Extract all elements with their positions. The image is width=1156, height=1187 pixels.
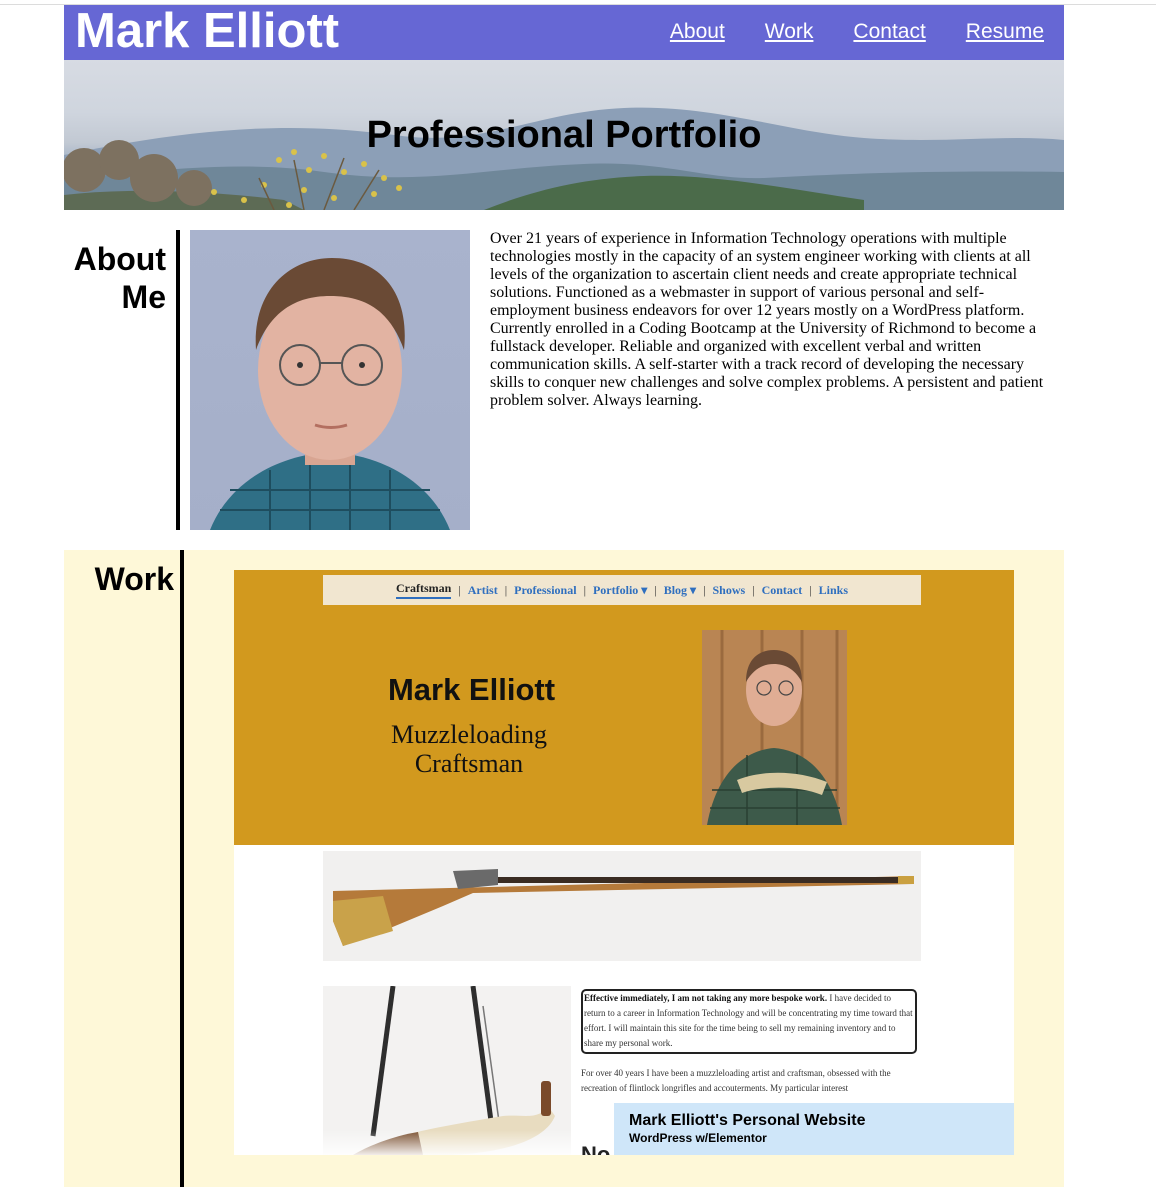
screenshot-notice-box: Effective immediately, I am not taking a…	[581, 989, 917, 1054]
nav-contact-link[interactable]: Contact	[853, 19, 925, 45]
hero-title: Professional Portfolio	[366, 114, 762, 156]
about-text: Over 21 years of experience in Informati…	[490, 230, 1044, 409]
screenshot-nav-item: Craftsman	[395, 581, 452, 599]
screenshot-nav-item: Professional	[514, 582, 577, 597]
about-heading: About Me	[64, 240, 166, 316]
screenshot-partial-heading: No	[581, 1142, 611, 1155]
nav-resume-link[interactable]: Resume	[966, 19, 1044, 45]
hero-banner: Professional Portfolio	[64, 60, 1064, 210]
screenshot-header-band	[234, 570, 1014, 845]
screenshot-nav: Craftsman | Artist | Professional | Portfol…	[323, 575, 921, 605]
nav-about-link[interactable]: About	[670, 19, 725, 45]
screenshot-subtitle-line2: Craftsman	[414, 749, 524, 778]
about-heading-line2: Me	[121, 279, 166, 315]
site-title: Mark Elliott	[75, 4, 340, 58]
project-caption-subtitle: WordPress w/Elementor	[629, 1131, 767, 1145]
screenshot-name: Mark Elliott	[387, 672, 556, 707]
site-header: Mark Elliott About Work Contact Resume	[64, 4, 1064, 60]
screenshot-nav-item: Blog ▾	[663, 582, 697, 597]
rifle-image	[323, 851, 921, 961]
about-heading-line1: About	[73, 241, 166, 277]
screenshot-nav-item: Contact	[761, 582, 803, 597]
main-nav: About Work Contact Resume	[630, 19, 1044, 45]
screenshot-nav-item: Links	[818, 582, 849, 597]
screenshot-subtitle: Muzzleloading Craftsman	[354, 720, 584, 778]
nav-work-link[interactable]: Work	[765, 19, 814, 45]
screenshot-notice-bold: Effective immediately, I am not taking a…	[584, 993, 828, 1003]
screenshot-nav-item: Shows	[712, 582, 746, 597]
screenshot-nav-item: Portfolio ▾	[592, 582, 648, 597]
screenshot-nav-item: Artist	[467, 582, 498, 597]
work-divider	[180, 550, 184, 1187]
project-screenshot[interactable]: Craftsman | Artist | Professional | Portfol…	[234, 570, 1014, 1155]
profile-photo	[190, 230, 470, 530]
about-divider	[176, 230, 180, 530]
screenshot-portrait-image	[702, 630, 847, 825]
screenshot-paragraph: For over 40 years I have been a muzzlelo…	[581, 1068, 891, 1093]
work-heading: Work	[94, 561, 174, 597]
project-caption-title: Mark Elliott's Personal Website	[629, 1112, 866, 1129]
screenshot-subtitle-line1: Muzzleloading	[391, 720, 547, 749]
project-caption: Mark Elliott's Personal Website WordPres…	[614, 1103, 1014, 1155]
